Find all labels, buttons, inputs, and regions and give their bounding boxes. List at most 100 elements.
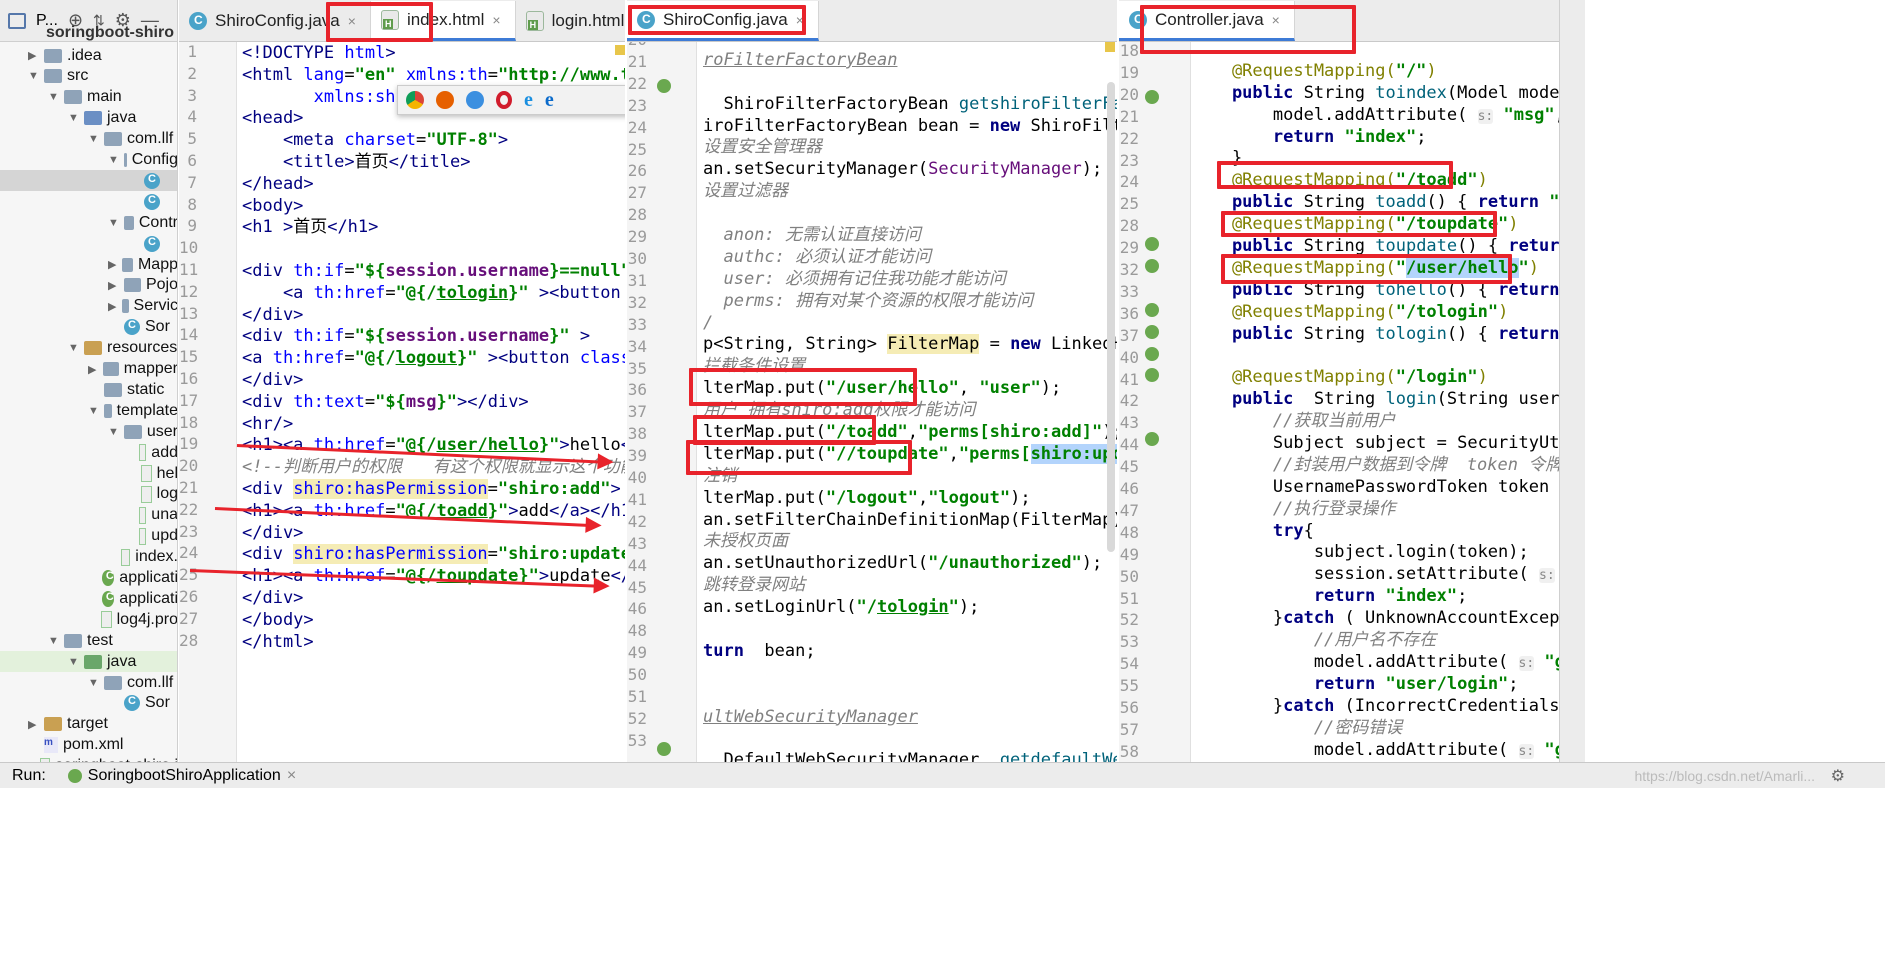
controller-code[interactable]: @RequestMapping("/") public String toind… <box>1191 42 1559 761</box>
code-line[interactable] <box>703 685 1117 707</box>
code-line[interactable]: an.setLoginUrl("/tologin"); <box>703 597 1117 619</box>
expand-arrow-icon[interactable]: ▶ <box>28 49 38 62</box>
code-line[interactable]: </body> <box>242 610 625 632</box>
code-line[interactable] <box>703 619 1117 641</box>
code-line[interactable] <box>703 72 1117 94</box>
tree-item[interactable]: ▼ com.llf <box>0 672 177 693</box>
expand-arrow-icon[interactable]: ▶ <box>108 300 116 313</box>
code-line[interactable]: ShiroFilterFactoryBean getshiroFilterFac… <box>703 94 1117 116</box>
tree-item[interactable]: applicati <box>0 568 177 589</box>
tree-item[interactable]: ▼ main <box>0 87 177 108</box>
code-line[interactable]: }catch ( UnknownAccountException e) <box>1191 608 1559 630</box>
tree-item[interactable] <box>0 191 177 212</box>
expand-arrow-icon[interactable]: ▶ <box>108 258 116 271</box>
tree-item[interactable]: ▶ target <box>0 714 177 735</box>
edge-icon[interactable]: e <box>545 89 554 112</box>
code-line[interactable]: </head> <box>242 174 625 196</box>
code-line[interactable]: subject.login(token); <box>1191 542 1559 564</box>
code-line[interactable]: roFilterFactoryBean <box>703 50 1117 72</box>
code-line[interactable]: </div> <box>242 305 625 327</box>
code-line[interactable]: model.addAttribute( s: "gg", o: "用 <box>1191 652 1559 674</box>
code-line[interactable]: </div> <box>242 588 625 610</box>
code-line[interactable]: iroFilterFactoryBean bean = new ShiroFil… <box>703 116 1117 138</box>
tree-item[interactable]: ▶ .idea <box>0 45 177 66</box>
code-line[interactable]: @RequestMapping("/login") <box>1191 367 1559 389</box>
tree-item[interactable]: applicati <box>0 588 177 609</box>
expand-arrow-icon[interactable]: ▼ <box>88 133 99 145</box>
tree-item[interactable]: ▼ Contr <box>0 212 177 233</box>
code-line[interactable]: //用户名不存在 <box>1191 630 1559 652</box>
code-line[interactable]: <div shiro:hasPermission="shiro:add"> <box>242 478 625 501</box>
tree-item[interactable]: log4j.pro <box>0 609 177 630</box>
code-line[interactable]: return "index"; <box>1191 586 1559 608</box>
bean-icon[interactable] <box>657 79 671 93</box>
tree-item[interactable] <box>0 170 177 192</box>
expand-arrow-icon[interactable]: ▶ <box>88 363 97 376</box>
opera-icon[interactable] <box>496 91 512 109</box>
code-line[interactable]: <meta charset="UTF-8"> <box>242 130 625 152</box>
tree-item[interactable]: ▼ com.llf <box>0 129 177 150</box>
code-line[interactable]: an.setSecurityManager(SecurityManager); <box>703 159 1117 181</box>
tree-item[interactable]: ▶ Pojo <box>0 275 177 296</box>
code-line[interactable]: perms: 拥有对某个资源的权限才能访问 <box>703 291 1117 313</box>
tree-item[interactable]: ▼ test <box>0 630 177 651</box>
expand-arrow-icon[interactable]: ▼ <box>68 342 79 354</box>
code-line[interactable]: model.addAttribute( s: "gg", o: "密 <box>1191 740 1559 762</box>
code-line[interactable]: @RequestMapping("/tologin") <box>1191 302 1559 324</box>
code-line[interactable]: }catch (IncorrectCredentialsExceptio <box>1191 696 1559 718</box>
tree-item[interactable]: hel <box>0 463 177 484</box>
web-endpoint-icon[interactable] <box>1145 347 1159 361</box>
code-line[interactable]: <title>首页</title> <box>242 152 625 174</box>
tree-item[interactable]: Sor <box>0 317 177 338</box>
code-line[interactable]: //获取当前用户 <box>1191 411 1559 433</box>
tree-item[interactable]: index. <box>0 547 177 568</box>
code-line[interactable]: ultWebSecurityManager <box>703 707 1117 729</box>
tree-item[interactable]: add <box>0 442 177 463</box>
code-line[interactable]: Subject subject = SecurityUtils.getS <box>1191 433 1559 455</box>
project-icon[interactable] <box>8 12 26 29</box>
tree-item[interactable]: m pom.xml <box>0 735 177 756</box>
ie-icon[interactable]: e <box>524 89 533 112</box>
code-line[interactable]: public String login(String username, St <box>1191 389 1559 411</box>
tree-item[interactable]: Sor <box>0 693 177 714</box>
code-line[interactable]: <a th:href="@{/tologin}" ><button class=… <box>242 283 625 305</box>
code-line[interactable]: turn bean; <box>703 641 1117 663</box>
code-line[interactable]: lterMap.put("/logout","logout"); <box>703 488 1117 510</box>
code-line[interactable]: <body> <box>242 196 625 218</box>
code-line[interactable]: //密码错误 <box>1191 718 1559 740</box>
tree-item[interactable] <box>0 233 177 254</box>
editor-tab[interactable]: login.html× <box>516 1 625 41</box>
tree-item[interactable]: static <box>0 379 177 400</box>
code-line[interactable]: p<String, String> FilterMap = new Linked… <box>703 334 1117 356</box>
close-icon[interactable]: × <box>492 12 500 28</box>
expand-arrow-icon[interactable]: ▶ <box>28 718 38 731</box>
tree-item[interactable]: ▼ user <box>0 421 177 442</box>
code-line[interactable]: 未授权页面 <box>703 531 1117 553</box>
web-endpoint-icon[interactable] <box>1145 90 1159 104</box>
close-icon[interactable]: × <box>287 767 296 785</box>
gear-icon[interactable]: ⚙ <box>1831 766 1845 786</box>
tree-item[interactable]: log <box>0 484 177 505</box>
expand-arrow-icon[interactable]: ▼ <box>88 405 99 417</box>
tree-item[interactable]: una <box>0 505 177 526</box>
expand-arrow-icon[interactable]: ▼ <box>48 91 59 103</box>
code-line[interactable]: //执行登录操作 <box>1191 499 1559 521</box>
code-line[interactable]: try{ <box>1191 521 1559 543</box>
web-endpoint-icon[interactable] <box>1145 237 1159 251</box>
code-line[interactable]: <div th:if="${session.username}==null" > <box>242 261 625 283</box>
code-line[interactable]: return "index"; <box>1191 127 1559 149</box>
code-line[interactable]: public String toindex(Model model){ <box>1191 83 1559 105</box>
scrollbar[interactable] <box>1107 82 1115 552</box>
code-line[interactable]: //封装用户数据到令牌 token 令牌 <box>1191 455 1559 477</box>
expand-arrow-icon[interactable]: ▼ <box>88 677 99 689</box>
expand-arrow-icon[interactable]: ▶ <box>108 279 118 292</box>
run-config-tab[interactable]: SoringbootShiroApplication <box>88 767 281 785</box>
code-line[interactable] <box>703 42 1117 50</box>
code-line[interactable]: <html lang="en" xmlns:th="http://www.thy… <box>242 65 625 87</box>
web-endpoint-icon[interactable] <box>1145 259 1159 273</box>
code-line[interactable] <box>703 203 1117 225</box>
code-line[interactable]: / <box>703 313 1117 335</box>
firefox-icon[interactable] <box>436 91 454 109</box>
tree-item[interactable]: ▼ Config <box>0 150 177 171</box>
code-line[interactable]: <h1 >首页</h1> <box>242 217 625 239</box>
